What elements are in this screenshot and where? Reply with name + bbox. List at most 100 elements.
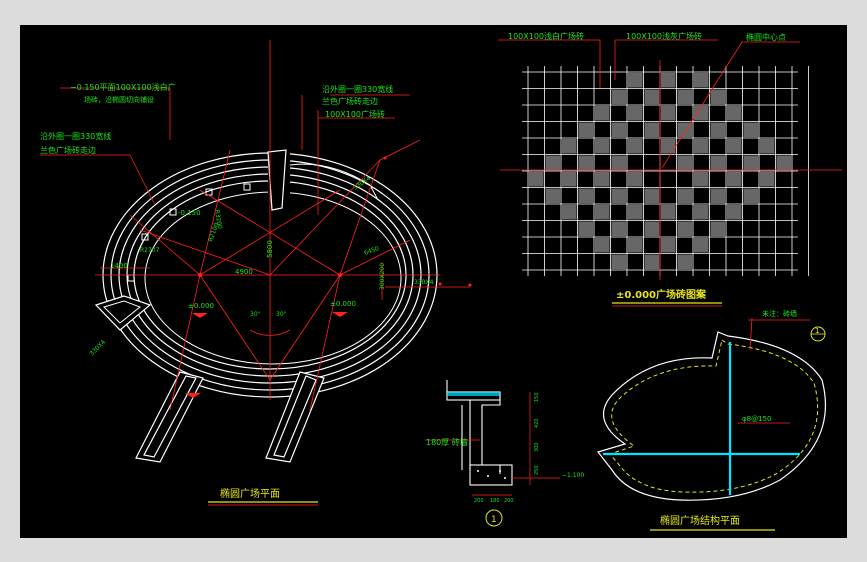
gray-tile [743,155,758,170]
gray-tile [595,172,610,187]
structure-marker: 1 [815,327,819,335]
plan-title: 椭圆广场平面 [220,487,280,500]
gray-tile [760,172,775,187]
dim-right: 330X4 [414,279,434,286]
gray-tile [595,238,610,253]
gray-tile [677,155,692,170]
structure-note: 未注：砖墙 [762,309,797,318]
gray-tile [644,89,659,104]
gray-tile [727,139,742,154]
gray-tile [694,205,709,220]
pattern-label-center: 椭圆中心点 [746,32,786,42]
gray-tile [694,238,709,253]
gray-tile [661,139,676,154]
gray-tile [694,106,709,121]
gray-tile [578,155,593,170]
gray-tile [710,122,725,137]
section-dim-200a: 200 [474,498,484,504]
section-dim-420: 420 [534,418,540,428]
gray-tile [677,188,692,203]
gray-tile [661,205,676,220]
gray-tile [578,221,593,236]
gray-tile [710,155,725,170]
pattern-label-white: 100X100浅白广场砖 [508,31,584,41]
plan-label-tl-line2: 兰色广场砖走边 [40,145,96,155]
elev-0000-left: ±0.000 [188,302,214,310]
section-dim-180: 180 [490,498,500,504]
section-label-edge: 180厚 砖墙 [426,437,468,447]
section-dim-200b: 200 [504,498,514,504]
section-dim-300: 300 [534,442,540,452]
gray-tile [644,254,659,269]
dim-side: 300X200 [379,263,386,290]
gray-tile [677,89,692,104]
gray-tile [661,238,676,253]
elev-0000-right: ±0.000 [330,300,356,308]
plan-label-tl-line1: 沿外圈一圈330宽线 [40,131,111,141]
plan-label-tr-line1: 沿外圈一圈330宽线 [322,84,393,94]
gray-tile [628,172,643,187]
dim-5800: 5800 [266,240,274,258]
gray-tile [644,188,659,203]
gray-tile [595,106,610,121]
gray-tile [628,238,643,253]
section-dim-150: 150 [534,392,540,402]
gray-tile [628,139,643,154]
gray-tile [611,188,626,203]
gray-tile [694,139,709,154]
structure-rebar: φ8@150 [742,415,771,423]
gray-tile [595,205,610,220]
gray-tile [628,205,643,220]
gray-tile [727,205,742,220]
gray-tile [562,172,577,187]
gray-tile [644,221,659,236]
gray-tile [578,188,593,203]
cad-drawing-canvas: −0.150平面100X100浅白广 场砖，沿椭圆切向铺设 沿外圈一圈330宽线… [20,25,847,538]
gray-tile [727,106,742,121]
pattern-label-gray: 100X100浅灰广场砖 [626,31,702,41]
gray-tile [611,254,626,269]
angle-30-a: 30° [250,311,261,318]
section-dim-250: 250 [534,465,540,475]
gray-tile [661,106,676,121]
gray-tile [562,139,577,154]
dim-r2707: R2707 [140,247,160,254]
gray-tile [611,155,626,170]
gray-tile [611,221,626,236]
gray-tile [611,122,626,137]
gray-tile [628,73,643,88]
gray-tile [578,122,593,137]
gray-tile [743,188,758,203]
gray-tile [628,106,643,121]
gray-tile [743,122,758,137]
gray-tile [562,205,577,220]
gray-tile [677,221,692,236]
gray-tile [760,139,775,154]
gray-tile [776,155,791,170]
gray-tile [727,172,742,187]
plan-label-tr-line3: 100X100广场砖 [325,109,385,119]
plan-label-top-line1: −0.150平面100X100浅白广 [70,82,176,92]
angle-30-b: 30° [276,311,287,318]
structure-title: 椭圆广场结构平面 [660,514,740,527]
elev-minus-0150: -0.150 [178,209,201,217]
gray-tile [595,139,610,154]
plan-label-top-line2: 场砖，沿椭圆切向铺设 [84,95,154,104]
pattern-title: ±0.000广场砖图案 [616,288,707,301]
dim-4900: 4900 [235,268,253,276]
gray-tile [661,73,676,88]
gray-tile [710,188,725,203]
gray-tile [694,172,709,187]
gray-tile [545,155,560,170]
gray-tile [611,89,626,104]
gray-tile [677,254,692,269]
gray-tile [710,89,725,104]
section-marker: 1 [491,515,497,525]
gray-tile [644,122,659,137]
section-elev: −1.100 [562,472,584,479]
gray-tile [529,172,544,187]
gray-tile [710,221,725,236]
dim-1400: 1400 [110,262,128,270]
gray-tile [694,73,709,88]
plan-label-tr-line2: 兰色广场砖走边 [322,96,378,106]
